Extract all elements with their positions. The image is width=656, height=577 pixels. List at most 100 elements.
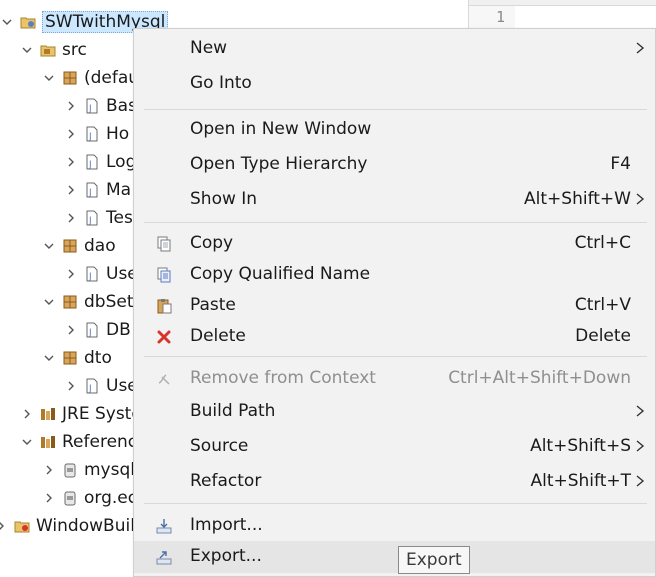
java-file-icon: J bbox=[84, 210, 100, 226]
collapsed-arrow-icon[interactable] bbox=[64, 99, 78, 113]
menu-separator bbox=[144, 109, 647, 110]
paste-icon bbox=[156, 298, 172, 314]
import-icon bbox=[156, 518, 172, 534]
tree-item-package-dbset[interactable]: dbSet bbox=[42, 288, 134, 316]
collapsed-arrow-icon[interactable] bbox=[64, 267, 78, 281]
submenu-arrow-icon bbox=[635, 438, 645, 454]
tree-item-java-file[interactable]: J Log bbox=[64, 148, 136, 176]
package-icon bbox=[62, 238, 78, 254]
export-icon bbox=[156, 549, 172, 565]
menu-item-show-in[interactable]: Show In Alt+Shift+W bbox=[134, 184, 655, 216]
menu-item-shortcut: Alt+Shift+W bbox=[524, 189, 631, 209]
menu-item-label: Copy Qualified Name bbox=[190, 264, 371, 284]
menu-item-go-into[interactable]: Go Into bbox=[134, 68, 655, 100]
menu-item-label: Copy bbox=[190, 233, 234, 253]
jar-icon bbox=[62, 462, 78, 478]
tree-item-references[interactable]: Referenc bbox=[20, 428, 137, 456]
tree-item-java-file[interactable]: J DB bbox=[64, 316, 131, 344]
tree-item-package-dao[interactable]: dao bbox=[42, 232, 116, 260]
expanded-arrow-icon[interactable] bbox=[0, 15, 14, 29]
menu-item-import[interactable]: Import... bbox=[134, 510, 655, 542]
menu-item-shortcut: F4 bbox=[610, 154, 631, 174]
collapsed-arrow-icon[interactable] bbox=[64, 211, 78, 225]
copy-qualified-name-icon bbox=[156, 267, 172, 283]
remove-context-icon bbox=[156, 371, 172, 387]
package-icon bbox=[62, 294, 78, 310]
expanded-arrow-icon[interactable] bbox=[20, 43, 34, 57]
menu-item-open-type-hierarchy[interactable]: Open Type Hierarchy F4 bbox=[134, 149, 655, 181]
tree-label: dbSet bbox=[84, 292, 134, 312]
tree-label: dto bbox=[84, 348, 112, 368]
collapsed-arrow-icon[interactable] bbox=[64, 183, 78, 197]
menu-item-source[interactable]: Source Alt+Shift+S bbox=[134, 431, 655, 463]
collapsed-arrow-icon[interactable] bbox=[64, 323, 78, 337]
expanded-arrow-icon[interactable] bbox=[42, 351, 56, 365]
menu-separator bbox=[144, 356, 647, 357]
menu-item-refactor[interactable]: Refactor Alt+Shift+T bbox=[134, 466, 655, 498]
tree-item-jre[interactable]: JRE Syste bbox=[20, 400, 142, 428]
collapsed-arrow-icon[interactable] bbox=[0, 519, 8, 533]
menu-item-build-path[interactable]: Build Path bbox=[134, 396, 655, 428]
library-icon bbox=[40, 434, 56, 450]
tree-label: DB bbox=[106, 320, 131, 340]
tree-label: src bbox=[62, 40, 87, 60]
tree-item-java-file[interactable]: J Use bbox=[64, 260, 138, 288]
tree-item-java-file[interactable]: J Use bbox=[64, 372, 138, 400]
tree-item-java-file[interactable]: J Tes bbox=[64, 204, 133, 232]
tree-item-jar[interactable]: org.ec bbox=[42, 484, 137, 512]
menu-item-label: Refactor bbox=[190, 471, 262, 491]
menu-item-label: Open in New Window bbox=[190, 119, 372, 139]
menu-item-delete[interactable]: Delete Delete bbox=[134, 321, 655, 353]
context-menu: New Go Into Open in New Window Open Type… bbox=[133, 28, 656, 577]
expanded-arrow-icon[interactable] bbox=[20, 435, 34, 449]
expanded-arrow-icon[interactable] bbox=[42, 295, 56, 309]
tree-item-windowbuilder-project[interactable]: WindowBuil bbox=[0, 512, 135, 540]
submenu-arrow-icon bbox=[635, 191, 645, 207]
menu-item-export[interactable]: Export... bbox=[134, 541, 655, 573]
menu-item-label: Paste bbox=[190, 295, 236, 315]
export-tooltip: Export bbox=[398, 546, 470, 574]
tree-item-package-dto[interactable]: dto bbox=[42, 344, 112, 372]
svg-text:J: J bbox=[88, 188, 92, 198]
source-folder-icon bbox=[40, 42, 56, 58]
tree-item-jar[interactable]: mysql bbox=[42, 456, 135, 484]
menu-item-new[interactable]: New bbox=[134, 33, 655, 65]
tree-item-java-file[interactable]: J Ma bbox=[64, 176, 131, 204]
tree-label: Tes bbox=[106, 208, 133, 228]
expanded-arrow-icon[interactable] bbox=[42, 239, 56, 253]
tree-item-default-package[interactable]: (defau bbox=[42, 64, 139, 92]
expanded-arrow-icon[interactable] bbox=[42, 71, 56, 85]
collapsed-arrow-icon[interactable] bbox=[42, 491, 56, 505]
collapsed-arrow-icon[interactable] bbox=[64, 127, 78, 141]
collapsed-arrow-icon[interactable] bbox=[64, 379, 78, 393]
tree-label: (defau bbox=[84, 68, 140, 88]
menu-item-shortcut: Alt+Shift+T bbox=[530, 471, 631, 491]
tree-label: Ho bbox=[106, 124, 130, 144]
menu-item-label: Open Type Hierarchy bbox=[190, 154, 368, 174]
svg-text:J: J bbox=[88, 216, 92, 226]
line-number: 1 bbox=[495, 8, 505, 26]
menu-item-open-in-new-window[interactable]: Open in New Window bbox=[134, 114, 655, 146]
tree-item-src[interactable]: src bbox=[20, 36, 87, 64]
tree-item-java-file[interactable]: J Bas bbox=[64, 92, 137, 120]
tree-label: Referenc bbox=[62, 432, 138, 452]
tree-label: dao bbox=[84, 236, 116, 256]
line-number-gutter: 1 bbox=[469, 6, 515, 30]
java-file-icon: J bbox=[84, 154, 100, 170]
menu-item-paste[interactable]: Paste Ctrl+V bbox=[134, 290, 655, 322]
menu-item-label: Delete bbox=[190, 326, 246, 346]
submenu-arrow-icon bbox=[635, 40, 645, 56]
menu-item-copy-qualified-name[interactable]: Copy Qualified Name bbox=[134, 259, 655, 291]
tree-label: Log bbox=[106, 152, 137, 172]
collapsed-arrow-icon[interactable] bbox=[42, 463, 56, 477]
tree-item-java-file[interactable]: J Ho bbox=[64, 120, 129, 148]
svg-text:J: J bbox=[88, 104, 92, 114]
menu-item-label: Export... bbox=[190, 546, 262, 566]
menu-item-copy[interactable]: Copy Ctrl+C bbox=[134, 228, 655, 260]
collapsed-arrow-icon[interactable] bbox=[20, 407, 34, 421]
svg-text:J: J bbox=[88, 160, 92, 170]
menu-item-shortcut: Ctrl+Alt+Shift+Down bbox=[448, 368, 631, 388]
menu-item-shortcut: Alt+Shift+S bbox=[530, 436, 631, 456]
collapsed-arrow-icon[interactable] bbox=[64, 155, 78, 169]
java-file-icon: J bbox=[84, 266, 100, 282]
